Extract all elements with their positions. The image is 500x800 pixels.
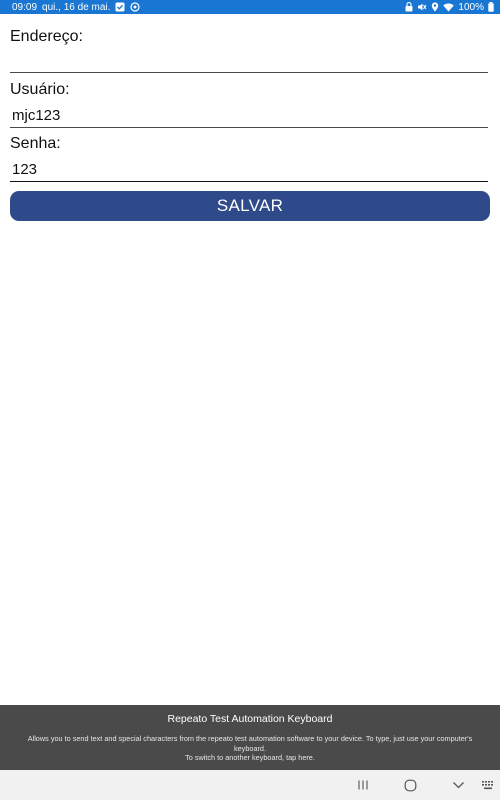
lock-icon — [405, 2, 413, 12]
location-icon — [431, 2, 439, 12]
keyboard-title: Repeato Test Automation Keyboard — [167, 713, 333, 725]
user-label: Usuário: — [10, 81, 70, 98]
status-date: qui., 16 de mai. — [42, 1, 111, 13]
checkbox-notification-icon — [115, 2, 125, 12]
battery-percent: 100% — [458, 1, 484, 13]
home-icon[interactable] — [402, 778, 418, 792]
keyboard-icon[interactable] — [480, 778, 496, 792]
status-bar: 09:09 qui., 16 de mai. 100% — [0, 0, 500, 14]
navigation-bar — [0, 770, 500, 800]
sync-notification-icon — [130, 2, 141, 12]
status-time: 09:09 — [12, 1, 38, 13]
address-input[interactable] — [10, 49, 488, 73]
back-icon[interactable] — [450, 778, 466, 792]
recent-apps-icon[interactable] — [355, 778, 371, 792]
keyboard-panel[interactable]: Repeato Test Automation Keyboard Allows … — [0, 705, 500, 770]
keyboard-switch-hint[interactable]: To switch to another keyboard, tap here. — [14, 753, 486, 763]
battery-icon — [488, 2, 494, 12]
save-button[interactable]: SALVAR — [10, 191, 490, 221]
mute-icon — [417, 2, 427, 12]
address-label: Endereço: — [10, 28, 83, 45]
password-label: Senha: — [10, 135, 61, 152]
password-input[interactable] — [10, 158, 488, 182]
keyboard-description: Allows you to send text and special char… — [14, 734, 486, 763]
wifi-icon — [443, 3, 455, 12]
user-input[interactable] — [10, 104, 488, 128]
keyboard-description-text: Allows you to send text and special char… — [27, 734, 473, 753]
